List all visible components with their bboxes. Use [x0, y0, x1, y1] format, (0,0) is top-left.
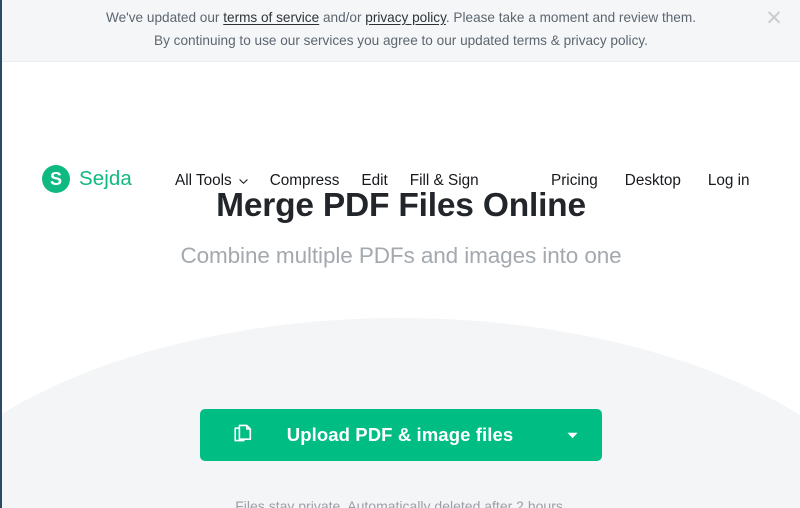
upload-cta-container: Upload PDF & image files: [2, 409, 800, 461]
nav-bar: S Sejda All Tools Compress Edit Fill & S…: [2, 62, 800, 193]
consent-banner-line-2: By continuing to use our services you ag…: [154, 33, 648, 48]
consent-text-post: . Please take a moment and review them.: [445, 10, 696, 25]
close-icon[interactable]: ✕: [761, 6, 787, 32]
upload-button-label: Upload PDF & image files: [286, 423, 514, 445]
terms-of-service-link[interactable]: terms of service: [223, 10, 319, 25]
consent-banner-line-1: We've updated our terms of service and/o…: [2, 11, 800, 25]
files-privacy-note: Files stay private. Automatically delete…: [235, 498, 567, 508]
consent-banner: We've updated our terms of service and/o…: [2, 0, 800, 62]
chevron-down-icon[interactable]: [567, 432, 578, 439]
page-title: Merge PDF Files Online: [216, 187, 586, 224]
consent-text-pre: We've updated our: [106, 10, 224, 25]
hero-section: Merge PDF Files Online Combine multiple …: [2, 176, 800, 267]
upload-pdf-and-image-files-button[interactable]: Upload PDF & image files: [200, 409, 602, 461]
copy-documents-icon: [232, 423, 256, 447]
privacy-policy-link[interactable]: privacy policy: [365, 10, 446, 25]
browser-window-edge: [0, 0, 2, 508]
site-header: S Sejda All Tools Compress Edit Fill & S…: [2, 62, 800, 193]
page-subtitle: Combine multiple PDFs and images into on…: [180, 242, 622, 268]
consent-text-mid: and/or: [319, 10, 366, 25]
